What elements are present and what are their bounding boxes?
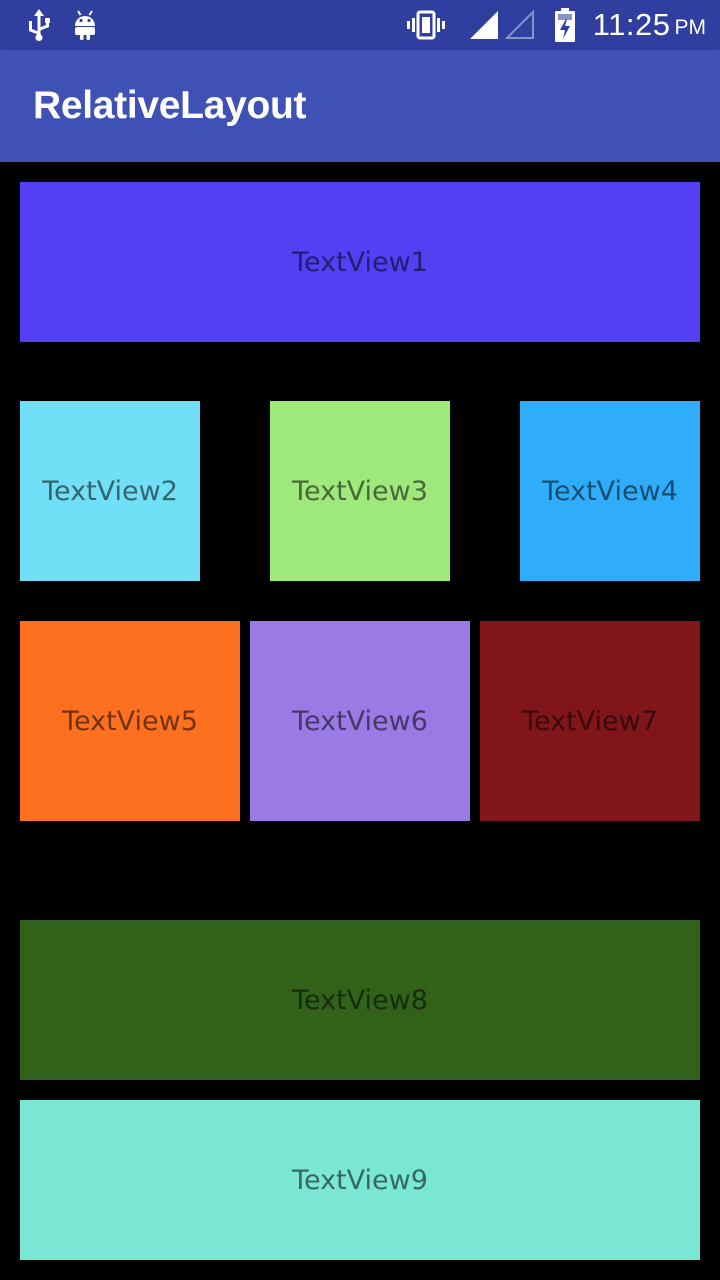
clock-ampm: PM [674, 16, 707, 39]
textview-6: TextView6 [250, 621, 470, 821]
screen: 11:25 PM RelativeLayout TextView1 TextVi… [0, 0, 720, 1280]
app-bar: RelativeLayout [0, 50, 720, 162]
battery-charging-icon [551, 0, 579, 50]
textview-5: TextView5 [20, 621, 240, 821]
signal-empty-icon [504, 0, 536, 50]
signal-full-icon [468, 0, 500, 50]
textview-4: TextView4 [520, 401, 700, 581]
textview-7: TextView7 [480, 621, 700, 821]
android-icon [70, 0, 100, 50]
app-title: RelativeLayout [33, 84, 307, 127]
textview-8: TextView8 [20, 920, 700, 1080]
textview-2: TextView2 [20, 401, 200, 581]
textview-1: TextView1 [20, 182, 700, 342]
status-clock: 11:25 PM [593, 0, 706, 50]
clock-time: 11:25 [592, 7, 671, 42]
usb-icon [24, 0, 54, 50]
vibrate-icon [406, 0, 446, 50]
textview-9: TextView9 [20, 1100, 700, 1260]
textview-3: TextView3 [270, 401, 450, 581]
status-bar: 11:25 PM [0, 0, 720, 50]
